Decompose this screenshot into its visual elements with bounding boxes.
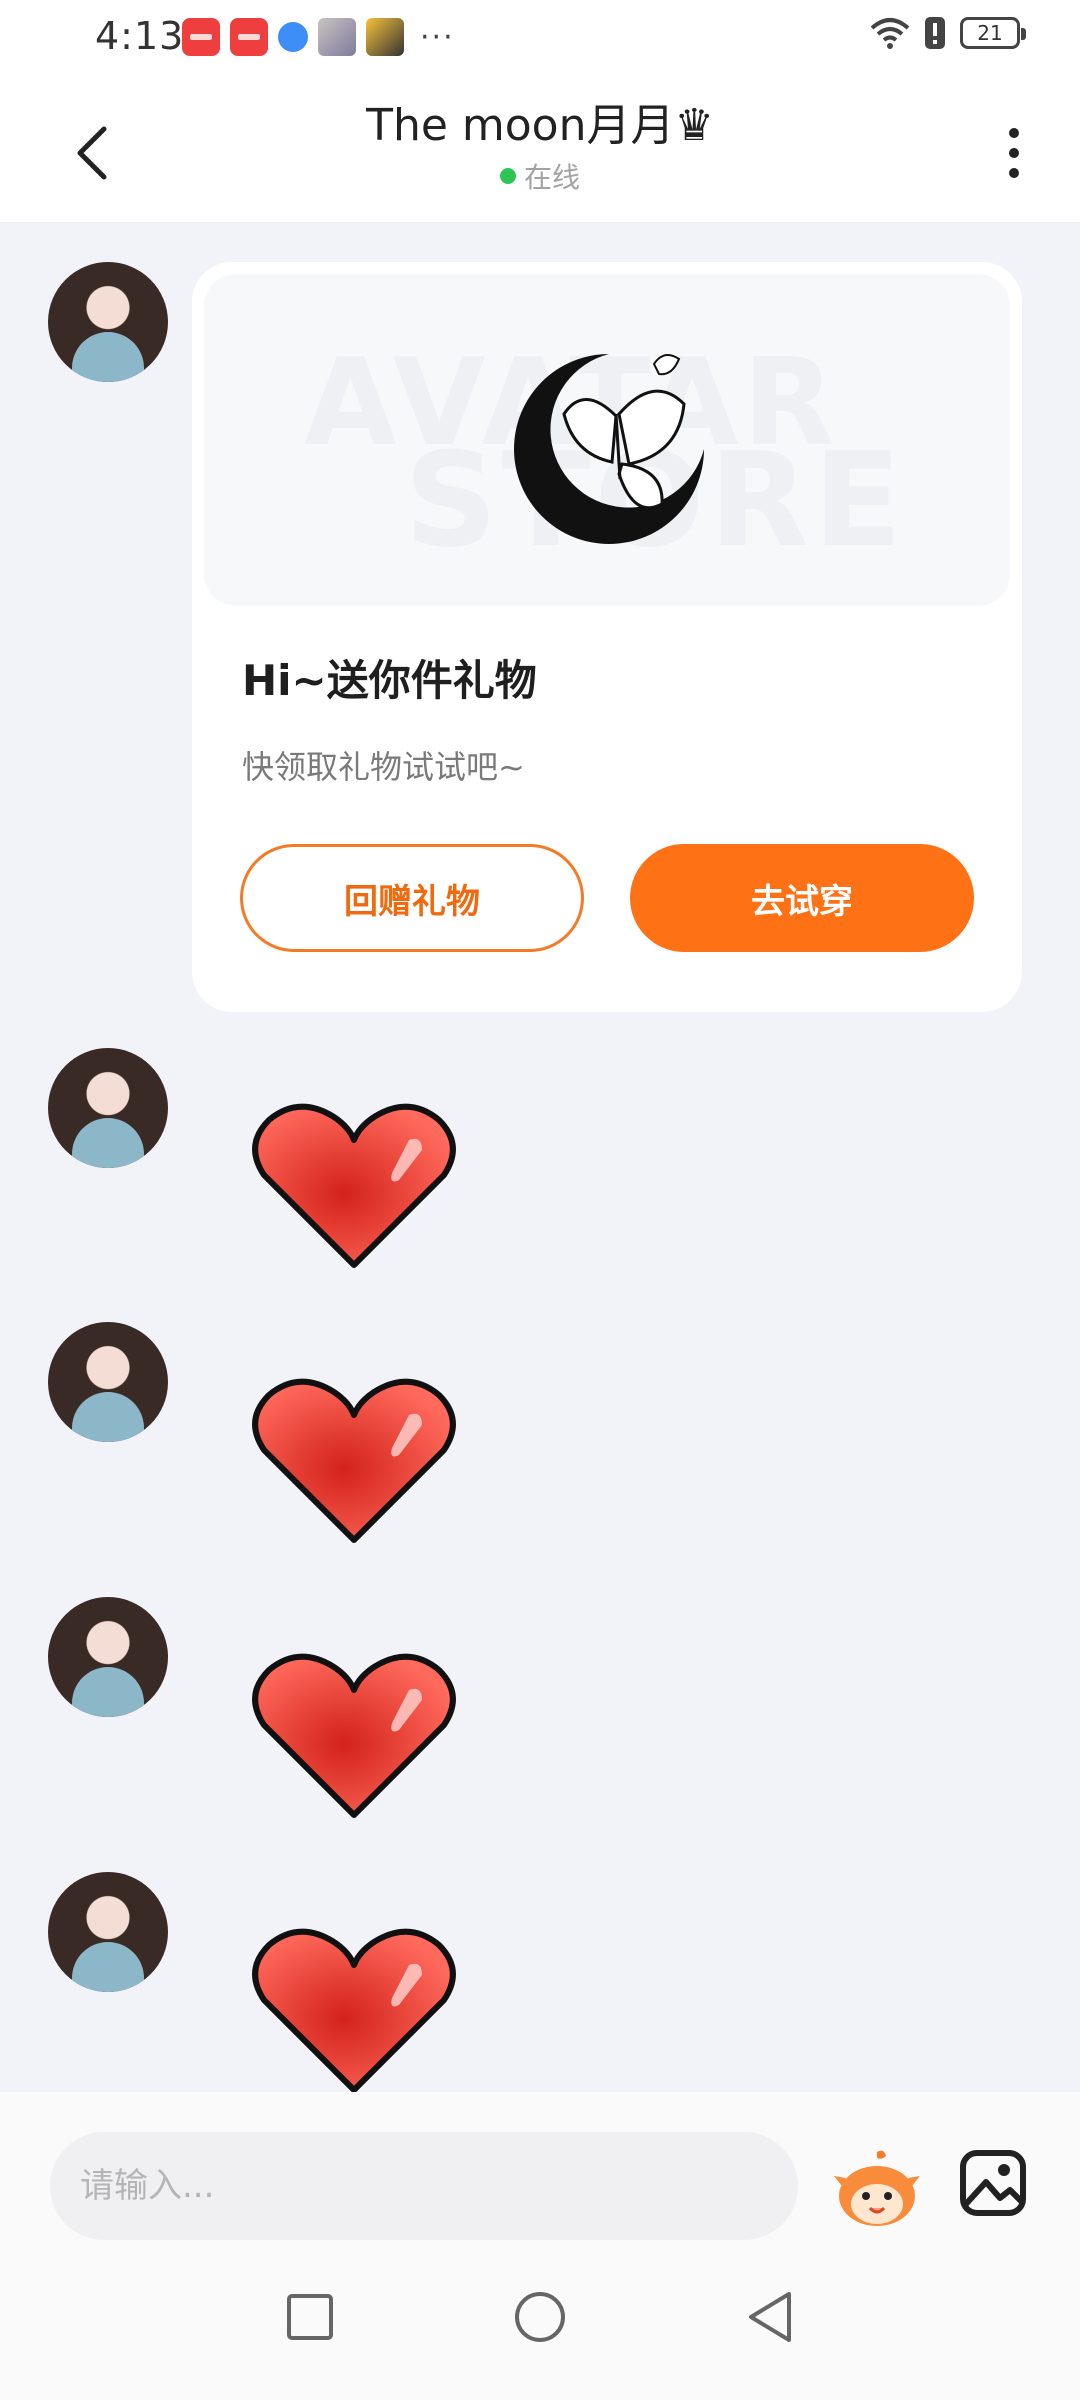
sender-avatar[interactable] <box>48 1872 168 1992</box>
alert-icon <box>925 17 945 49</box>
online-status-label: 在线 <box>523 161 580 194</box>
battery-level: 21 <box>977 21 1003 45</box>
heart-sticker-icon[interactable] <box>244 1645 464 1825</box>
system-navigation-bar <box>0 2242 1080 2400</box>
try-on-button[interactable]: 去试穿 <box>630 844 974 952</box>
message-composer <box>0 2092 1080 2242</box>
sender-avatar[interactable] <box>48 1597 168 1717</box>
more-options-button[interactable] <box>992 118 1036 188</box>
sender-avatar[interactable] <box>48 1322 168 1442</box>
chat-title-block: The moon月月♛ 在线 <box>0 96 1080 196</box>
gift-message-card: AVATAR STORE Hi~送你件礼物 快领取礼物试试吧~ 回赠礼物 去试穿 <box>192 262 1022 1012</box>
back-nav-button[interactable] <box>735 2282 805 2352</box>
online-status: 在线 <box>499 156 580 196</box>
circle-icon <box>515 2292 565 2342</box>
gift-subtitle: 快领取礼物试试吧~ <box>242 748 525 786</box>
online-dot-icon <box>499 168 516 184</box>
notification-icons: ··· <box>182 18 455 56</box>
heart-sticker-icon[interactable] <box>244 1095 464 1275</box>
sender-avatar[interactable] <box>48 262 168 382</box>
heart-sticker-icon[interactable] <box>244 1370 464 1550</box>
chat-header: The moon月月♛ 在线 <box>0 80 1080 222</box>
sender-avatar[interactable] <box>48 1048 168 1168</box>
emoji-sticker-icon[interactable] <box>832 2146 922 2230</box>
game-app-icon <box>318 18 356 56</box>
dot-icon <box>1009 148 1019 158</box>
battery-icon: 21 <box>960 17 1026 49</box>
square-icon <box>287 2294 333 2340</box>
browser-icon <box>278 22 308 52</box>
system-status-icons: 21 <box>870 16 1026 50</box>
game-app-icon <box>366 18 404 56</box>
triangle-back-icon <box>749 2292 791 2342</box>
chat-title: The moon月月♛ <box>366 100 714 151</box>
return-gift-button[interactable]: 回赠礼物 <box>240 844 584 952</box>
home-button[interactable] <box>505 2282 575 2352</box>
huawei-app-icon <box>230 18 268 56</box>
huawei-app-icon <box>182 18 220 56</box>
status-bar: 4:13 ··· 21 <box>0 0 1080 80</box>
gift-image: AVATAR STORE <box>204 274 1010 606</box>
gift-title: Hi~送你件礼物 <box>242 656 537 705</box>
recent-apps-button[interactable] <box>275 2282 345 2352</box>
message-input[interactable] <box>50 2132 798 2240</box>
image-picker-icon[interactable] <box>958 2148 1028 2218</box>
dot-icon <box>1009 128 1019 138</box>
status-time: 4:13 <box>95 14 185 58</box>
moon-butterfly-icon <box>514 354 704 544</box>
more-notifications-indicator: ··· <box>420 19 455 55</box>
dot-icon <box>1009 168 1019 178</box>
heart-sticker-icon[interactable] <box>244 1920 464 2100</box>
wifi-icon <box>870 18 910 49</box>
